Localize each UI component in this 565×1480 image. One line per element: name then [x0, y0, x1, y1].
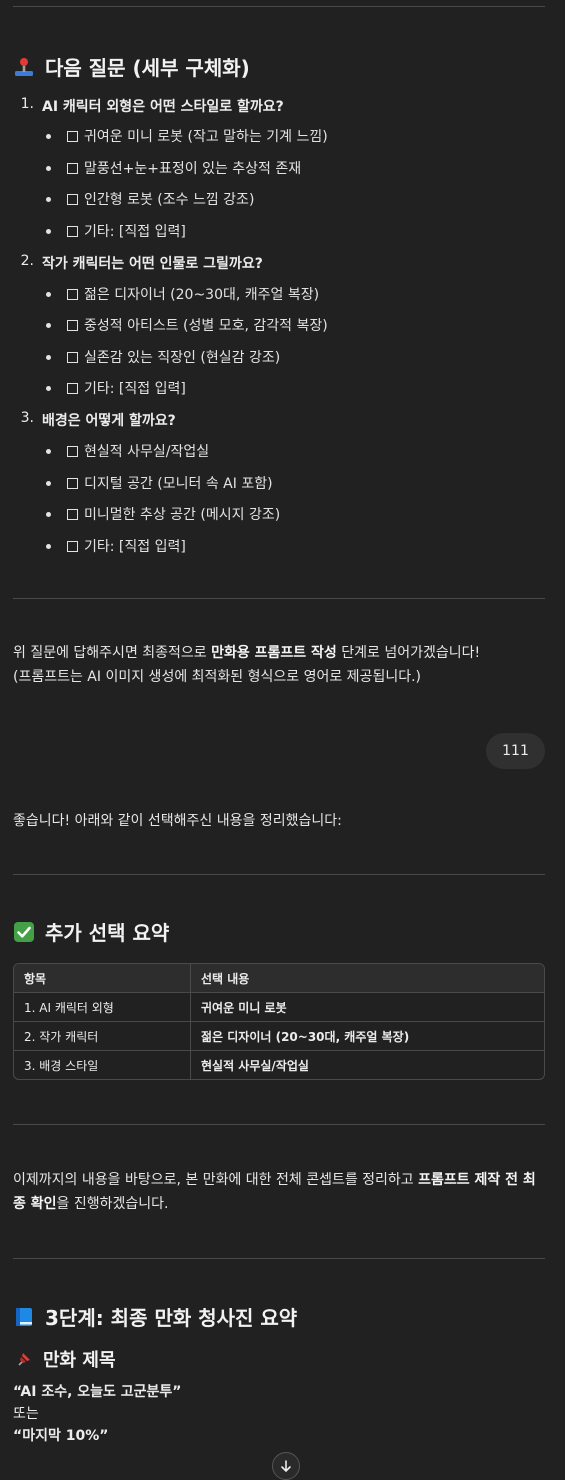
list-item: 말풍선+눈+표정이 있는 추상적 존재 [46, 158, 301, 178]
column-header-item: 항목 [14, 964, 191, 993]
question-text: 배경은 어떻게 할까요? [42, 413, 176, 429]
checkbox-icon [67, 382, 78, 394]
text: (프롬프트는 AI 이미지 생성에 최적화된 형식으로 영어로 제공됩니다.) [13, 669, 421, 685]
table-row: 1. AI 캐릭터 외형 귀여운 미니 로봇 [14, 993, 544, 1022]
question-text: AI 캐릭터 외형은 어떤 스타일로 할까요? [42, 99, 284, 115]
option-text: 기타: [직접 입력] [84, 381, 186, 397]
comic-title-option-2: “마지막 10%” [13, 1428, 109, 1444]
list-item: 젊은 디자이너 (20~30대, 캐주얼 복장) [46, 284, 319, 304]
list-item: 현실적 사무실/작업실 [46, 441, 209, 461]
list-item: 귀여운 미니 로봇 (작고 말하는 기계 느낌) [46, 126, 328, 146]
summary-heading: 추가 선택 요약 [13, 917, 169, 946]
comic-title-options: “AI 조수, 오늘도 고군분투” 또는 “마지막 10%” [13, 1381, 182, 1447]
option-text: 말풍선+눈+표정이 있는 추상적 존재 [84, 161, 302, 177]
option-text: 실존감 있는 직장인 (현실감 강조) [84, 350, 281, 366]
checkbox-icon [67, 288, 78, 300]
option-text: 귀여운 미니 로봇 (작고 말하는 기계 느낌) [84, 129, 328, 145]
comic-title-option-1: “AI 조수, 오늘도 고군분투” [13, 1384, 182, 1400]
joystick-icon [13, 56, 35, 78]
stage3-heading: 3단계: 최종 만화 청사진 요약 [13, 1302, 297, 1331]
heading-text: 다음 질문 (세부 구체화) [45, 56, 250, 80]
table-header-row: 항목 선택 내용 [14, 964, 544, 993]
question-3: 3. 배경은 어떻게 할까요? [20, 410, 176, 430]
concept-paragraph: 이제까지의 내용을 바탕으로, 본 만화에 대한 전체 콘셉트를 정리하고 프롬… [13, 1168, 548, 1216]
option-text: 기타: [직접 입력] [84, 224, 186, 240]
checkbox-icon [67, 162, 78, 174]
list-item: 실존감 있는 직장인 (현실감 강조) [46, 347, 280, 367]
question-number: 2. [20, 253, 34, 269]
table-cell-value: 젊은 디자이너 (20~30대, 캐주얼 복장) [191, 1022, 544, 1051]
table-row: 3. 배경 스타일 현실적 사무실/작업실 [14, 1051, 544, 1079]
option-text: 기타: [직접 입력] [84, 539, 186, 555]
bold-text: 만화용 프롬프트 작성 [211, 645, 337, 661]
list-item: 디지털 공간 (모니터 속 AI 포함) [46, 473, 273, 493]
heading-text: 만화 제목 [43, 1350, 116, 1371]
heading-text: 3단계: 최종 만화 청사진 요약 [45, 1306, 298, 1330]
table-cell-value: 귀여운 미니 로봇 [191, 993, 544, 1022]
list-item: 기타: [직접 입력] [46, 378, 186, 398]
option-text: 인간형 로봇 (조수 느낌 강조) [84, 192, 255, 208]
option-text: 중성적 아티스트 (성별 모호, 감각적 복장) [84, 318, 328, 334]
checkbox-icon [67, 477, 78, 489]
column-header-value: 선택 내용 [191, 964, 544, 993]
option-text: 디지털 공간 (모니터 속 AI 포함) [84, 476, 273, 492]
or-text: 또는 [13, 1406, 39, 1422]
option-text: 현실적 사무실/작업실 [84, 444, 210, 460]
option-text: 젊은 디자이너 (20~30대, 캐주얼 복장) [84, 287, 320, 303]
checkbox-icon [67, 508, 78, 520]
question-number: 3. [20, 410, 34, 426]
question-text: 작가 캐릭터는 어떤 인물로 그릴까요? [42, 256, 263, 272]
list-item: 미니멀한 추상 공간 (메시지 강조) [46, 504, 280, 524]
comic-title-heading: 만화 제목 [13, 1346, 116, 1372]
reply-intro-text: 좋습니다! 아래와 같이 선택해주신 내용을 정리했습니다: [13, 813, 342, 829]
question-number: 1. [20, 96, 34, 112]
scroll-to-bottom-button[interactable] [272, 1452, 300, 1480]
text: 이제까지의 내용을 바탕으로, 본 만화에 대한 전체 콘셉트를 정리하고 [13, 1172, 419, 1188]
list-item: 중성적 아티스트 (성별 모호, 감각적 복장) [46, 315, 328, 335]
question-1: 1. AI 캐릭터 외형은 어떤 스타일로 할까요? [20, 96, 284, 116]
blue-book-icon [13, 1306, 35, 1328]
reply-intro: 좋습니다! 아래와 같이 선택해주신 내용을 정리했습니다: [13, 809, 548, 833]
check-mark-icon [13, 921, 35, 943]
user-message-text: 111 [502, 743, 529, 759]
closing-paragraph: 위 질문에 답해주시면 최종적으로 만화용 프롬프트 작성 단계로 넘어가겠습니… [13, 641, 548, 689]
checkbox-icon [67, 130, 78, 142]
text: 단계로 넘어가겠습니다! [336, 645, 481, 661]
list-item: 인간형 로봇 (조수 느낌 강조) [46, 189, 254, 209]
question-2: 2. 작가 캐릭터는 어떤 인물로 그릴까요? [20, 253, 263, 273]
checkbox-icon [67, 193, 78, 205]
heading-text: 추가 선택 요약 [45, 921, 170, 945]
divider [13, 6, 545, 7]
option-text: 미니멀한 추상 공간 (메시지 강조) [84, 507, 281, 523]
text: 위 질문에 답해주시면 최종적으로 [13, 645, 212, 661]
checkbox-icon [67, 445, 78, 457]
table-cell-item: 1. AI 캐릭터 외형 [14, 993, 191, 1022]
pushpin-icon [13, 1348, 35, 1370]
summary-table: 항목 선택 내용 1. AI 캐릭터 외형 귀여운 미니 로봇 2. 작가 캐릭… [13, 963, 545, 1080]
arrow-down-icon [281, 1460, 291, 1472]
list-item: 기타: [직접 입력] [46, 536, 186, 556]
table-cell-value: 현실적 사무실/작업실 [201, 1058, 309, 1073]
checkbox-icon [67, 540, 78, 552]
list-item: 기타: [직접 입력] [46, 221, 186, 241]
table-row: 2. 작가 캐릭터 젊은 디자이너 (20~30대, 캐주얼 복장) [14, 1022, 544, 1051]
user-message-bubble: 111 [486, 733, 545, 769]
divider [13, 1124, 545, 1125]
checkbox-icon [67, 319, 78, 331]
table-cell-item: 2. 작가 캐릭터 [14, 1022, 191, 1051]
table-cell-item: 3. 배경 스타일 [14, 1051, 191, 1079]
next-questions-heading: 다음 질문 (세부 구체화) [13, 52, 250, 81]
checkbox-icon [67, 225, 78, 237]
divider [13, 874, 545, 875]
divider [13, 598, 545, 599]
divider [13, 1258, 545, 1259]
checkbox-icon [67, 351, 78, 363]
text: 을 진행하겠습니다. [56, 1196, 169, 1212]
